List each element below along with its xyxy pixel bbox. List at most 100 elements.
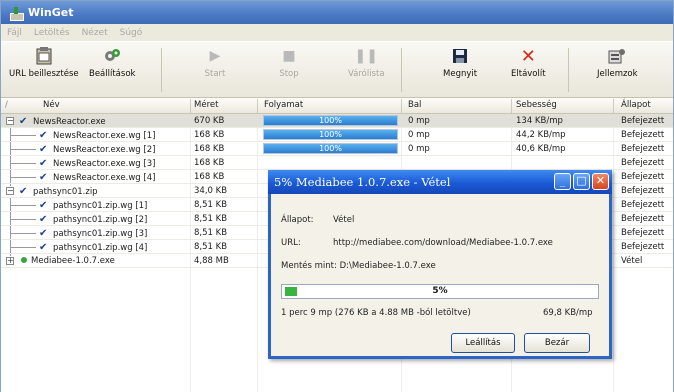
speed-cell: 134 KB/mp bbox=[516, 116, 563, 126]
file-name-cell: ✔ NewsReactor.exe.wg [2] bbox=[39, 144, 156, 155]
download-speed: 69,8 KB/mp bbox=[543, 308, 593, 318]
column-header-remaining[interactable]: Bal bbox=[408, 100, 421, 110]
row-progress-bar: 100% bbox=[263, 143, 398, 154]
close-dialog-button[interactable]: Bezár bbox=[524, 333, 590, 353]
status-cell: Befejezett bbox=[621, 214, 665, 224]
column-header-progress[interactable]: Folyamat bbox=[264, 100, 303, 110]
progress-percent: 5% bbox=[432, 286, 448, 296]
stop-icon: ■ bbox=[282, 48, 296, 64]
url-value: http://mediabee.com/download/Mediabee-1.… bbox=[333, 238, 553, 248]
check-icon: ✔ bbox=[39, 144, 48, 155]
status-cell: Befejezett bbox=[621, 130, 665, 140]
speed-cell: 44,2 KB/mp bbox=[516, 130, 566, 140]
row-progress-text: 100% bbox=[319, 144, 342, 153]
remove-button[interactable]: ✕ Eltávolít bbox=[511, 45, 546, 80]
size-cell: 8,51 KB bbox=[194, 214, 228, 224]
size-cell: 4,88 MB bbox=[194, 256, 229, 266]
size-cell: 8,51 KB bbox=[194, 242, 228, 252]
window-title: WinGet bbox=[28, 6, 74, 19]
queue-button[interactable]: ❚❚ Várólista bbox=[348, 46, 385, 79]
settings-button[interactable]: Beállítások bbox=[89, 46, 135, 79]
collapse-icon[interactable]: − bbox=[6, 187, 14, 195]
clipboard-icon bbox=[33, 46, 55, 66]
column-header-name[interactable]: Név bbox=[43, 100, 60, 110]
downloading-icon bbox=[21, 257, 27, 263]
file-name-cell: ✔ NewsReactor.exe.wg [1] bbox=[39, 130, 156, 141]
pause-icon: ❚❚ bbox=[354, 48, 379, 64]
size-cell: 168 KB bbox=[194, 144, 225, 154]
table-row[interactable]: ✔ NewsReactor.exe.wg [3] 168 KB Befejezett bbox=[1, 156, 673, 170]
row-progress-bar: 100% bbox=[263, 115, 398, 126]
size-cell: 168 KB bbox=[194, 130, 225, 140]
file-name-cell: ✔ NewsReactor.exe.wg [3] bbox=[39, 158, 156, 169]
dialog-title-bar[interactable]: 5% Mediabee 1.0.7.exe - Vétel _ □ ✕ bbox=[268, 170, 612, 194]
status-cell: Befejezett bbox=[621, 228, 665, 238]
delete-icon: ✕ bbox=[520, 45, 536, 67]
stop-button[interactable]: ■ Stop bbox=[278, 46, 300, 79]
start-button[interactable]: ▶ Start bbox=[204, 46, 226, 79]
title-bar[interactable]: WinGet bbox=[1, 1, 673, 24]
status-cell: Befejezett bbox=[621, 172, 665, 182]
size-cell: 8,51 KB bbox=[194, 200, 228, 210]
properties-icon bbox=[606, 46, 628, 66]
url-paste-button[interactable]: URL beillesztése bbox=[9, 46, 79, 79]
status-cell: Vétel bbox=[621, 256, 643, 266]
row-progress-text: 100% bbox=[319, 130, 342, 139]
file-name-cell: Mediabee-1.0.7.exe bbox=[19, 256, 115, 266]
file-name-cell: ✔ NewsReactor.exe.wg [4] bbox=[39, 172, 156, 183]
size-cell: 168 KB bbox=[194, 172, 225, 182]
status-label: Állapot: bbox=[281, 215, 314, 225]
winget-window: WinGet Fájl Letöltés Nézet Súgó URL beil… bbox=[0, 0, 674, 392]
file-name-cell: ✔ pathsync01.zip.wg [4] bbox=[39, 242, 148, 253]
open-button[interactable]: Megnyit bbox=[443, 46, 477, 79]
table-row[interactable]: − ✔ NewsReactor.exe 670 KB 100% 0 mp 134 KB/mp… bbox=[1, 114, 673, 128]
table-row[interactable]: ✔ NewsReactor.exe.wg [1] 168 KB 100% 0 mp 44,… bbox=[1, 128, 673, 142]
speed-cell: 40,6 KB/mp bbox=[516, 144, 566, 154]
column-header-status[interactable]: Állapot bbox=[621, 100, 651, 110]
properties-button[interactable]: Jellemzok bbox=[597, 46, 638, 79]
menu-file[interactable]: Fájl bbox=[7, 28, 22, 38]
toolbar-separator bbox=[568, 48, 569, 92]
close-icon[interactable]: ✕ bbox=[592, 173, 609, 190]
check-icon: ✔ bbox=[19, 116, 28, 127]
play-icon: ▶ bbox=[209, 48, 221, 64]
stop-download-button[interactable]: Leállítás bbox=[451, 333, 515, 353]
url-label: URL: bbox=[281, 238, 301, 248]
status-value: Vétel bbox=[333, 215, 355, 225]
remaining-cell: 0 mp bbox=[408, 144, 430, 154]
status-cell: Befejezett bbox=[621, 186, 665, 196]
check-icon: ✔ bbox=[39, 158, 48, 169]
menu-help[interactable]: Súgó bbox=[120, 28, 143, 38]
collapse-icon[interactable]: − bbox=[6, 117, 14, 125]
column-header-speed[interactable]: Sebesség bbox=[516, 100, 557, 110]
maximize-icon[interactable]: □ bbox=[573, 173, 590, 190]
file-name-cell: ✔ pathsync01.zip.wg [2] bbox=[39, 214, 148, 225]
table-row[interactable]: ✔ NewsReactor.exe.wg [2] 168 KB 100% 0 mp 40,… bbox=[1, 142, 673, 156]
size-cell: 34,0 KB bbox=[194, 186, 228, 196]
status-cell: Befejezett bbox=[621, 116, 665, 126]
check-icon: ✔ bbox=[19, 186, 28, 197]
size-cell: 168 KB bbox=[194, 158, 225, 168]
check-icon: ✔ bbox=[39, 228, 48, 239]
size-cell: 670 KB bbox=[194, 116, 225, 126]
size-cell: 8,51 KB bbox=[194, 228, 228, 238]
file-name-cell: ✔ pathsync01.zip.wg [3] bbox=[39, 228, 148, 239]
menu-view[interactable]: Nézet bbox=[82, 28, 108, 38]
status-cell: Befejezett bbox=[621, 242, 665, 252]
row-progress-text: 100% bbox=[319, 116, 342, 125]
expand-icon[interactable]: + bbox=[6, 257, 14, 265]
sort-icon: / bbox=[5, 100, 8, 110]
toolbar-separator bbox=[161, 48, 162, 92]
minimize-icon[interactable]: _ bbox=[554, 173, 571, 190]
file-name-cell: ✔ pathsync01.zip bbox=[19, 186, 98, 197]
download-progress-bar: 5% bbox=[281, 284, 599, 299]
download-detail: 1 perc 9 mp (276 KB a 4.88 MB -ból letöl… bbox=[281, 308, 471, 318]
menu-download[interactable]: Letöltés bbox=[34, 28, 70, 38]
status-cell: Befejezett bbox=[621, 200, 665, 210]
check-icon: ✔ bbox=[39, 214, 48, 225]
column-header-size[interactable]: Méret bbox=[194, 100, 218, 110]
remaining-cell: 0 mp bbox=[408, 116, 430, 126]
file-name-cell: ✔ pathsync01.zip.wg [1] bbox=[39, 200, 148, 211]
dialog-title: 5% Mediabee 1.0.7.exe - Vétel bbox=[274, 175, 451, 189]
file-name-cell: ✔ NewsReactor.exe bbox=[19, 116, 106, 127]
